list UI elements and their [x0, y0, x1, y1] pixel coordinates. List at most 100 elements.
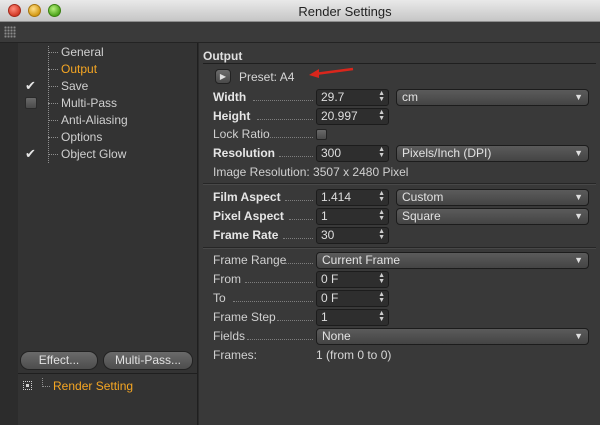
sidebar-item-label: Output	[61, 62, 98, 76]
sidebar-item-label: Multi-Pass	[61, 96, 118, 110]
resolution-unit-select[interactable]: Pixels/Inch (DPI) ▼	[396, 145, 589, 162]
leader-dots	[285, 263, 313, 264]
sidebar-item-multi-pass[interactable]: Multi-Pass	[0, 95, 198, 112]
pixel-aspect-label: Pixel Aspect	[213, 209, 284, 223]
stepper-arrows-icon[interactable]: ▲ ▼	[378, 109, 385, 122]
lock-ratio-row: Lock Ratio	[213, 125, 593, 144]
frame-range-value: Current Frame	[322, 253, 401, 267]
window-title: Render Settings	[298, 4, 392, 19]
tree-branch	[48, 154, 58, 155]
lock-ratio-checkbox[interactable]	[316, 129, 327, 140]
divider	[18, 373, 197, 374]
leader-dots	[247, 339, 313, 340]
sidebar-item-label: Anti-Aliasing	[61, 113, 128, 127]
pixel-aspect-select[interactable]: Square ▼	[396, 208, 589, 225]
stepper-arrows-icon[interactable]: ▲ ▼	[378, 190, 385, 203]
preset-menu-button[interactable]: ▶	[215, 69, 231, 84]
title-bar: Render Settings	[0, 0, 600, 22]
tree-branch	[48, 86, 58, 87]
divider	[203, 183, 596, 185]
resolution-row: Resolution 300 ▲ ▼ Pixels/Inch (DPI) ▼	[213, 144, 593, 163]
to-input[interactable]: 0 F ▲ ▼	[316, 290, 389, 307]
render-setting-icon	[23, 381, 32, 390]
divider	[203, 247, 596, 249]
leader-dots	[270, 137, 313, 138]
resolution-label: Resolution	[213, 146, 275, 160]
tree-branch	[42, 378, 50, 387]
leader-dots	[285, 200, 313, 201]
height-value: 20.997	[321, 109, 358, 123]
resolution-input[interactable]: 300 ▲ ▼	[316, 145, 389, 162]
chevron-down-icon: ▼	[574, 148, 583, 158]
pixel-aspect-input[interactable]: 1 ▲ ▼	[316, 208, 389, 225]
multi-pass-button[interactable]: Multi-Pass...	[103, 351, 193, 370]
frame-step-value: 1	[321, 310, 328, 324]
sidebar-item-label: General	[61, 45, 104, 59]
frame-step-row: Frame Step 1 ▲ ▼	[213, 308, 593, 327]
from-label: From	[213, 272, 241, 286]
stepper-arrows-icon[interactable]: ▲ ▼	[378, 209, 385, 222]
frame-step-input[interactable]: 1 ▲ ▼	[316, 309, 389, 326]
from-input[interactable]: 0 F ▲ ▼	[316, 271, 389, 288]
stepper-arrows-icon[interactable]: ▲ ▼	[378, 291, 385, 304]
sidebar-item-general[interactable]: General	[0, 44, 198, 61]
sidebar-item-output[interactable]: Output	[0, 61, 198, 78]
grip-icon[interactable]	[4, 26, 16, 38]
frame-rate-input[interactable]: 30 ▲ ▼	[316, 227, 389, 244]
from-value: 0 F	[321, 272, 339, 286]
render-setting-item[interactable]: Render Setting	[0, 377, 198, 397]
unchecked-box-icon[interactable]	[25, 97, 37, 109]
sidebar-item-anti-aliasing[interactable]: Anti-Aliasing	[0, 112, 198, 129]
film-aspect-input[interactable]: 1.414 ▲ ▼	[316, 189, 389, 206]
annotation-arrow-icon	[309, 67, 354, 78]
film-aspect-row: Film Aspect 1.414 ▲ ▼ Custom ▼	[213, 188, 593, 207]
frame-range-label: Frame Range	[213, 253, 287, 267]
chevron-down-icon: ▼	[574, 92, 583, 102]
height-label: Height	[213, 109, 251, 123]
chevron-down-icon: ▼	[574, 192, 583, 202]
sidebar-item-object-glow[interactable]: ✔ Object Glow	[0, 146, 198, 163]
leader-dots	[233, 301, 313, 302]
frames-row: Frames: 1 (from 0 to 0)	[213, 346, 593, 365]
width-unit-select[interactable]: cm ▼	[396, 89, 589, 106]
frame-rate-label: Frame Rate	[213, 228, 279, 242]
tree-branch	[48, 120, 58, 121]
width-row: Width 29.7 ▲ ▼ cm ▼	[213, 88, 593, 107]
stepper-arrows-icon[interactable]: ▲ ▼	[378, 310, 385, 323]
frames-value: 1 (from 0 to 0)	[316, 348, 392, 362]
stepper-arrows-icon[interactable]: ▲ ▼	[378, 272, 385, 285]
resolution-unit-value: Pixels/Inch (DPI)	[402, 146, 492, 160]
to-row: To 0 F ▲ ▼	[213, 289, 593, 308]
frame-range-select[interactable]: Current Frame ▼	[316, 252, 589, 269]
to-label: To	[213, 291, 226, 305]
sidebar-item-save[interactable]: ✔ Save	[0, 78, 198, 95]
from-row: From 0 F ▲ ▼	[213, 270, 593, 289]
film-aspect-select[interactable]: Custom ▼	[396, 189, 589, 206]
settings-tree-panel: General Output ✔ Save Multi-Pass Anti-Al…	[0, 43, 198, 425]
sidebar-item-label: Save	[61, 79, 89, 93]
stepper-arrows-icon[interactable]: ▲ ▼	[378, 146, 385, 159]
chevron-down-icon: ▼	[574, 255, 583, 265]
checkmark-icon[interactable]: ✔	[25, 79, 37, 92]
film-aspect-mode: Custom	[402, 190, 444, 204]
chevron-down-icon: ▼	[574, 211, 583, 221]
preset-label: Preset: A4	[239, 70, 295, 84]
image-resolution-row: Image Resolution: 3507 x 2480 Pixel	[213, 163, 593, 182]
effect-button[interactable]: Effect...	[20, 351, 98, 370]
checkmark-icon[interactable]: ✔	[25, 147, 37, 160]
width-input[interactable]: 29.7 ▲ ▼	[316, 89, 389, 106]
width-unit-value: cm	[402, 90, 418, 104]
stepper-arrows-icon[interactable]: ▲ ▼	[378, 228, 385, 241]
image-resolution-text: Image Resolution: 3507 x 2480 Pixel	[213, 165, 409, 179]
resolution-value: 300	[321, 146, 342, 160]
leader-dots	[245, 282, 313, 283]
fields-label: Fields	[213, 329, 246, 343]
stepper-arrows-icon[interactable]: ▲ ▼	[378, 90, 385, 103]
pixel-aspect-row: Pixel Aspect 1 ▲ ▼ Square ▼	[213, 207, 593, 226]
fields-value: None	[322, 329, 351, 343]
film-aspect-value: 1.414	[321, 190, 352, 204]
sidebar-item-options[interactable]: Options	[0, 129, 198, 146]
sidebar-item-label: Options	[61, 130, 103, 144]
height-input[interactable]: 20.997 ▲ ▼	[316, 108, 389, 125]
fields-select[interactable]: None ▼	[316, 328, 589, 345]
